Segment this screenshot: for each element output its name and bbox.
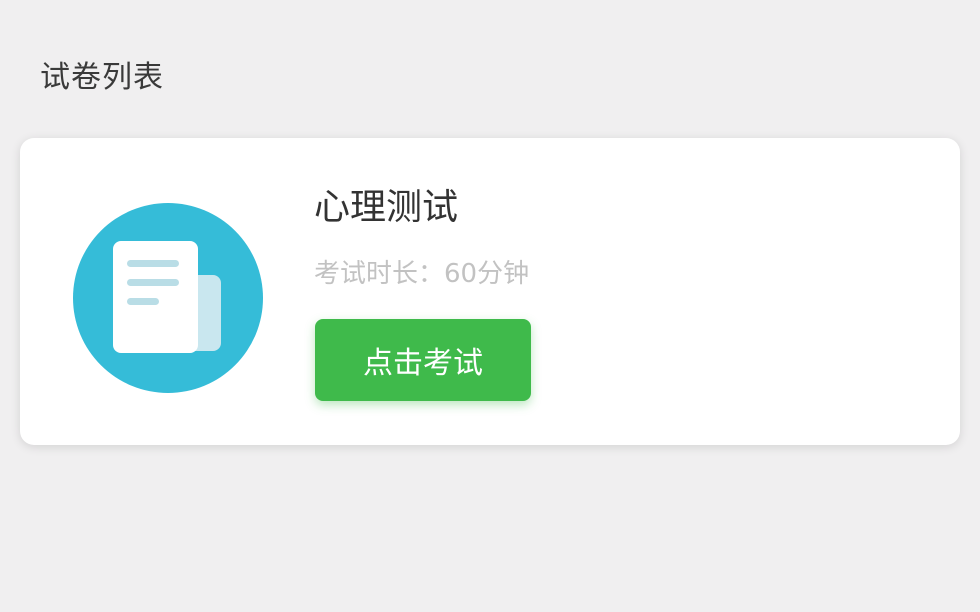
page-title: 试卷列表 [40,60,164,95]
exam-card: 心理测试 考试时长：60分钟 点击考试 [20,138,960,445]
start-exam-button[interactable]: 点击考试 [315,319,531,401]
exam-duration: 考试时长：60分钟 [314,259,530,289]
document-icon [73,203,263,393]
exam-name: 心理测试 [314,187,459,228]
